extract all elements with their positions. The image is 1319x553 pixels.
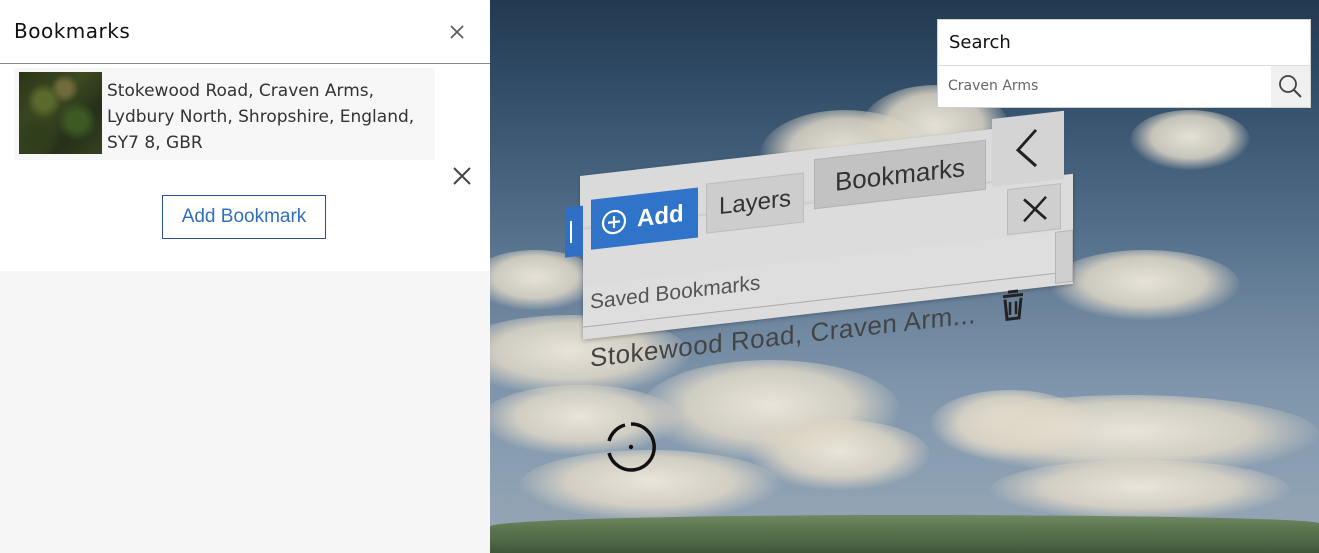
close-icon xyxy=(1023,196,1047,223)
vr-close-button[interactable] xyxy=(1007,183,1061,236)
cloud xyxy=(1130,110,1250,170)
vr-menu-handle[interactable] xyxy=(565,205,583,258)
trash-icon xyxy=(1003,289,1023,321)
divider xyxy=(938,65,1310,66)
cloud xyxy=(990,460,1290,520)
scene-viewport[interactable]: Search Add Layers Bookmarks xyxy=(490,0,1319,553)
terrain xyxy=(490,515,1319,553)
plus-circle-icon xyxy=(601,209,627,235)
bookmarks-panel-header: Bookmarks xyxy=(0,0,490,64)
vr-menu: Add Layers Bookmarks Saved Bookmarks Sto… xyxy=(562,69,1082,378)
panel-title: Bookmarks xyxy=(14,19,131,43)
search-button[interactable] xyxy=(1271,66,1310,107)
bookmark-thumbnail xyxy=(19,72,102,154)
vr-back-button[interactable] xyxy=(992,110,1064,188)
vr-delete-bookmark-button[interactable] xyxy=(997,285,1029,325)
chevron-left-icon xyxy=(1015,129,1038,168)
close-icon xyxy=(453,167,471,185)
bookmark-label: Stokewood Road, Craven Arms, Lydbury Nor… xyxy=(107,81,415,153)
bookmark-item[interactable]: Stokewood Road, Craven Arms, Lydbury Nor… xyxy=(14,68,435,160)
search-title: Search xyxy=(949,32,1011,53)
close-panel-button[interactable] xyxy=(445,20,469,44)
bookmarks-list: Stokewood Road, Craven Arms, Lydbury Nor… xyxy=(0,64,490,271)
close-icon xyxy=(450,25,464,39)
search-icon xyxy=(1279,75,1302,98)
bookmarks-panel: Bookmarks Stokewood Road, Craven Arms, L… xyxy=(0,0,490,553)
vr-add-label: Add xyxy=(637,200,684,233)
reticle-icon xyxy=(607,422,656,472)
vr-scrollbar[interactable] xyxy=(1055,229,1073,284)
handle-grip xyxy=(570,220,572,244)
remove-bookmark-button[interactable] xyxy=(451,165,473,187)
add-bookmark-button[interactable]: Add Bookmark xyxy=(162,195,326,239)
